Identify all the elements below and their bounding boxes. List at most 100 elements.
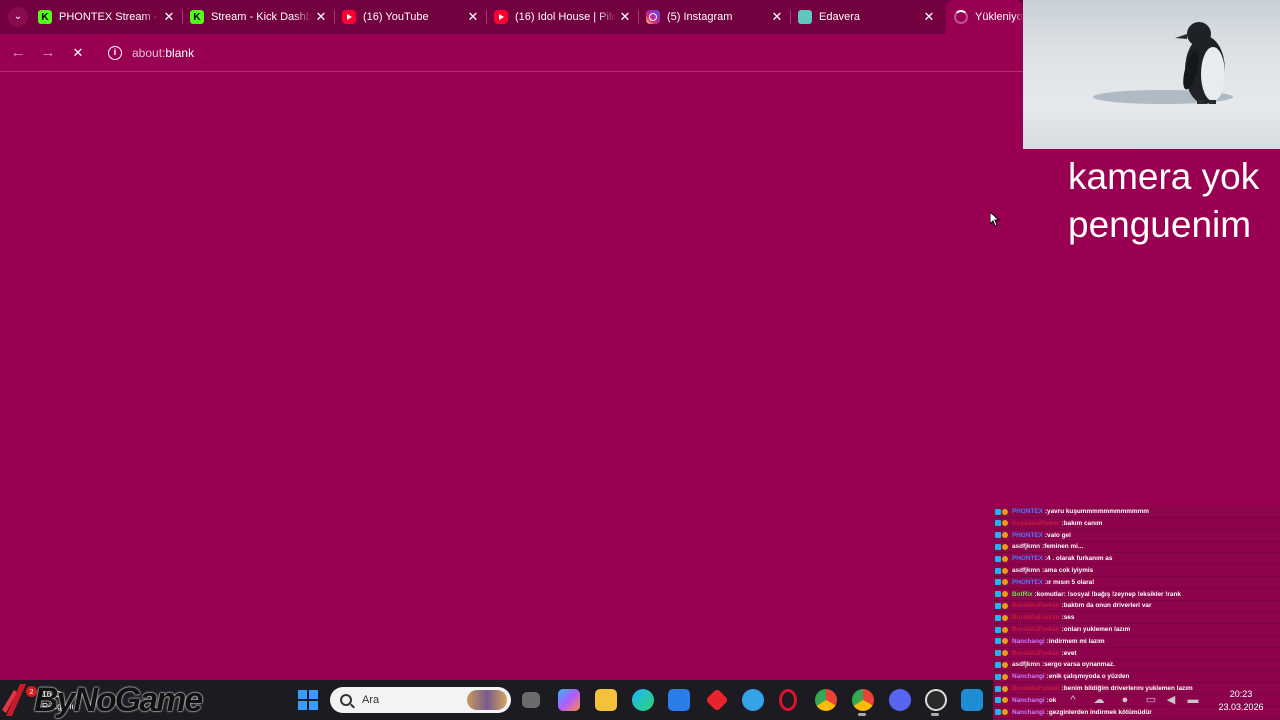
chat-badge-icon [1002,614,1008,621]
tab-edavera[interactable]: Edavera ✕ [798,0,938,34]
chat-username: PHONTEX [1012,578,1043,586]
chat-badge-icon [995,626,1001,633]
tab-close-icon[interactable]: ✕ [464,9,482,25]
taskbar-clock[interactable]: 20:23 23.03.2026 [1208,688,1274,714]
tab-title: Edavera [819,11,860,23]
chat-message: PHONTEX: 4 . olarak furkanım as [993,553,1280,566]
tab-separator [486,10,487,24]
chat-badges [995,508,1009,515]
file-explorer-icon[interactable] [595,689,617,711]
tab-close-icon[interactable]: ✕ [160,9,178,25]
tab-search-menu-button[interactable]: ⌄ [8,7,28,27]
chat-badge-icon [995,685,1001,692]
chat-text: ok [1048,696,1057,704]
windows-start-icon[interactable] [297,689,319,711]
tab-title: Stream - Kick Dashboard [211,11,312,23]
chat-badge-icon [1002,591,1008,598]
chrome-active-icon[interactable] [852,689,874,711]
discord-icon[interactable] [889,689,911,711]
chat-username: BurakKaFurkan [1012,614,1060,622]
youtube-icon [494,10,508,24]
search-icon [340,694,352,706]
tab-close-icon[interactable]: ✕ [616,9,634,25]
clock-time: 20:23 [1229,689,1253,699]
chat-username: PHONTEX [1012,531,1043,539]
chat-badge-icon [1002,697,1008,704]
tab-youtube[interactable]: (16) YouTube ✕ [342,0,482,34]
chat-badge-icon [995,532,1001,539]
tray-overflow-chevron-icon[interactable]: ^ [1066,693,1080,707]
opera-icon[interactable] [779,689,797,711]
webcam-caption: kamera yok penguenim [1068,153,1259,249]
chat-message: PHONTEX: yavru kuşummmmmmmmmmmm [993,506,1280,518]
tab-phontex-stream[interactable]: K PHONTEX Stream - Watch ✕ [38,0,178,34]
tab-loading[interactable]: Yükleniyor... [946,0,1023,34]
active-app-indicator [858,713,866,716]
url-text[interactable]: about:blank [132,46,194,60]
notepad-icon[interactable] [961,689,983,711]
chat-badges [995,614,1009,621]
chat-badge-icon [995,602,1001,609]
back-button[interactable]: ← [8,43,28,63]
chat-message: PHONTEX: ır mısın 5 olara! [993,577,1280,589]
chat-badges [995,543,1009,550]
tab-idol-house[interactable]: (16) Idol House | Pilot ✕ [494,0,634,34]
tab-close-icon[interactable]: ✕ [768,9,786,25]
chat-message: KuşadasiPower: bakım canım [993,518,1280,530]
instagram-icon [646,10,660,24]
chat-badges [995,602,1009,609]
copilot-icon[interactable] [558,689,580,711]
task-view-icon[interactable] [522,692,540,708]
webcam-caption-line2: penguenim [1068,204,1252,245]
chat-message: Nanchangi: indirmem mi lazım [993,636,1280,648]
tab-title: PHONTEX Stream - Watch [59,11,160,23]
chat-message: BurakKaFurkan: baktım da onun driverleri… [993,600,1280,613]
chat-badge-icon [1002,602,1008,609]
address-bar[interactable]: i about:blank [100,39,1023,67]
toolbox-icon[interactable] [742,689,764,711]
chat-badges [995,685,1009,692]
tab-close-icon[interactable]: ✕ [920,9,938,25]
edge-icon[interactable] [632,689,654,711]
store-icon[interactable] [668,689,690,711]
tab-kick-dashboard[interactable]: K Stream - Kick Dashboard ✕ [190,0,330,34]
network-icon[interactable]: ▭ [1144,693,1158,707]
microphone-icon[interactable]: ● [1118,693,1132,707]
battery-icon[interactable]: ▬ [1186,693,1200,707]
chat-badges [995,520,1009,527]
chat-badge-icon [995,591,1001,598]
clock-date: 23.03.2026 [1218,702,1264,712]
chat-badge-icon [995,673,1001,680]
chat-badges [995,567,1009,574]
chat-username: BurakKaFurkan [1012,626,1060,633]
chat-badges [995,591,1009,598]
cloud-icon[interactable]: ☁ [1092,693,1106,707]
webcam-penguin-image [1023,0,1280,149]
site-info-icon[interactable]: i [108,46,122,60]
chat-badge-icon [995,614,1001,621]
tab-instagram[interactable]: (5) Instagram ✕ [646,0,786,34]
tab-title: (16) Idol House | Pilot [515,11,616,23]
volume-icon[interactable]: ◀ [1164,693,1178,707]
chat-username: BurakKaFurkan [1012,685,1060,692]
taskbar-search-box[interactable]: Ara [330,687,511,713]
chat-badge-icon [1002,579,1008,586]
chat-username: Nanchangi [1012,696,1045,704]
tab-close-icon[interactable]: ✕ [312,9,330,25]
chat-badges [995,709,1009,716]
chat-badge-icon [1002,673,1008,680]
stop-loading-button[interactable]: ✕ [68,43,88,63]
tab-separator [638,10,639,24]
chat-text: indirmem mi lazım [1048,637,1105,645]
chat-badge-icon [1002,661,1008,668]
chat-badge-icon [1002,650,1008,657]
chat-badges [995,638,1009,645]
obs-icon[interactable] [925,689,947,711]
chat-badge-icon [1002,532,1008,539]
forward-button[interactable]: → [38,43,58,63]
chat-badge-icon [1002,508,1008,515]
chat-badge-icon [1002,626,1008,633]
chat-message: BotRix: komutlar: !sosyal !bağış !zeynep… [993,589,1280,601]
chrome-icon[interactable] [815,689,837,711]
chat-username: BotRix [1012,590,1033,598]
